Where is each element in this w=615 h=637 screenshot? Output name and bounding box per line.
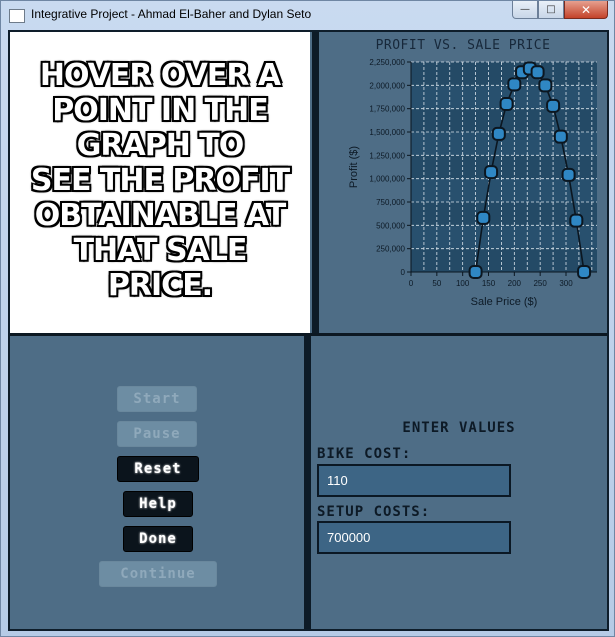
instructions-line: POINT IN THE — [52, 93, 268, 128]
x-tick-label: 300 — [559, 279, 573, 288]
done-button[interactable]: Done — [123, 526, 193, 552]
data-point — [468, 265, 483, 279]
data-point — [561, 167, 576, 182]
title-bar[interactable]: Integrative Project - Ahmad El-Baher and… — [1, 1, 614, 29]
continue-button[interactable]: Continue — [99, 561, 217, 587]
window-controls: — □ ✕ — [512, 1, 608, 21]
setup-costs-label: SETUP COSTS: — [317, 504, 431, 520]
instructions-panel: HOVER OVER A POINT IN THE GRAPH TO SEE T… — [10, 32, 310, 333]
y-tick-label: 1,250,000 — [369, 151, 405, 160]
y-tick-label: 750,000 — [376, 198, 405, 207]
data-point — [553, 129, 568, 144]
client-area: HOVER OVER A POINT IN THE GRAPH TO SEE T… — [8, 30, 609, 631]
input-form: ENTER VALUES BIKE COST: SETUP COSTS: — [311, 336, 607, 629]
plot-band — [411, 248, 597, 272]
minimize-button[interactable]: — — [512, 1, 538, 19]
panel-divider-vertical-bottom — [304, 336, 311, 629]
pause-button[interactable]: Pause — [117, 421, 197, 447]
app-window: Integrative Project - Ahmad El-Baher and… — [0, 0, 615, 637]
app-icon — [9, 9, 25, 23]
data-point — [546, 98, 561, 113]
window-title: Integrative Project - Ahmad El-Baher and… — [31, 7, 312, 21]
setup-costs-input[interactable] — [317, 521, 511, 554]
instructions-line: SEE THE PROFIT — [30, 163, 290, 198]
y-tick-label: 1,500,000 — [369, 128, 405, 137]
help-button[interactable]: Help — [123, 491, 193, 517]
data-point — [499, 97, 514, 111]
bike-cost-label: BIKE COST: — [317, 446, 412, 462]
instructions-line: HOVER OVER A — [39, 58, 281, 93]
data-point — [507, 77, 522, 92]
data-point — [569, 213, 584, 228]
x-tick-label: 50 — [432, 279, 441, 288]
instructions-line: THAT SALE — [73, 233, 248, 268]
x-tick-label: 250 — [533, 279, 547, 288]
plot-band — [411, 202, 597, 226]
data-point — [491, 126, 506, 141]
data-point — [530, 65, 545, 80]
panel-divider-vertical-top — [312, 32, 319, 333]
data-point — [476, 210, 491, 225]
maximize-button[interactable]: □ — [538, 1, 564, 19]
data-point — [484, 165, 499, 180]
start-button[interactable]: Start — [117, 386, 197, 412]
x-tick-label: 150 — [482, 279, 496, 288]
minimize-icon: — — [520, 4, 530, 15]
x-tick-label: 100 — [456, 279, 470, 288]
x-tick-label: 200 — [508, 279, 522, 288]
close-button[interactable]: ✕ — [564, 1, 608, 19]
y-tick-label: 1,000,000 — [369, 175, 405, 184]
instructions-line: PRICE. — [107, 268, 213, 303]
control-panel: Start Pause Reset Help Done Continue — [10, 336, 304, 629]
y-tick-label: 1,750,000 — [369, 105, 405, 114]
form-heading: ENTER VALUES — [402, 420, 516, 436]
y-tick-label: 250,000 — [376, 245, 405, 254]
x-axis-label: Sale Price ($) — [471, 296, 538, 308]
plot-band — [411, 62, 597, 86]
bike-cost-input[interactable] — [317, 464, 511, 497]
y-tick-label: 500,000 — [376, 221, 405, 230]
reset-button[interactable]: Reset — [117, 456, 199, 482]
y-tick-label: 0 — [401, 268, 406, 277]
instructions-line: GRAPH TO — [76, 128, 244, 163]
maximize-icon: □ — [546, 4, 556, 15]
y-tick-label: 2,250,000 — [369, 58, 405, 67]
data-point — [577, 265, 592, 279]
y-axis-label: Profit ($) — [348, 146, 360, 188]
profit-chart: 0 250,000 500,000 750,000 1,000,000 1,250,000… — [348, 58, 597, 308]
chart-panel: PROFIT VS. SALE PRICE 0 250,000 500,000 750… — [319, 32, 607, 333]
instructions-text: HOVER OVER A POINT IN THE GRAPH TO SEE T… — [10, 58, 310, 303]
y-tick-label: 2,000,000 — [369, 81, 405, 90]
data-point — [538, 78, 553, 93]
x-tick-label: 0 — [409, 279, 414, 288]
instructions-line: OBTAINABLE AT — [34, 198, 286, 233]
close-icon: ✕ — [580, 2, 592, 17]
